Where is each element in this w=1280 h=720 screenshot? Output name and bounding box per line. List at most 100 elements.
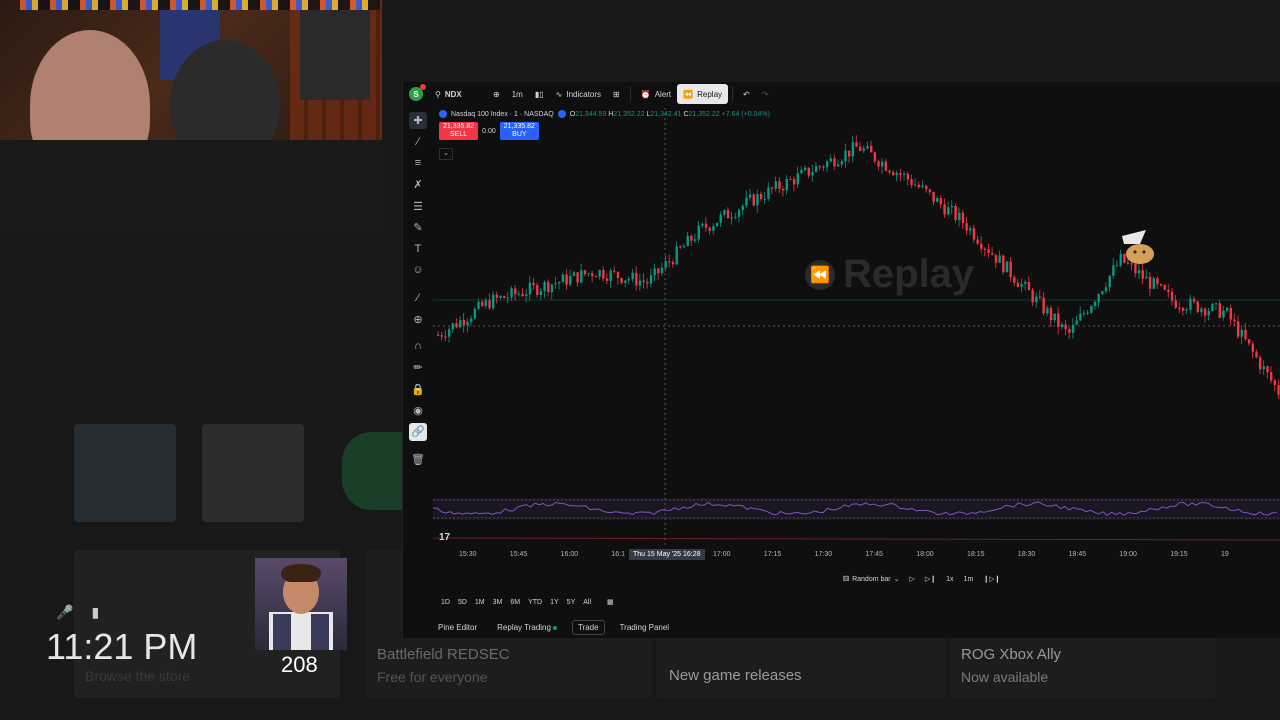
candle-body bbox=[914, 184, 917, 186]
layouts-button[interactable]: ⊞ bbox=[607, 84, 626, 104]
time-tick-label: 18:30 bbox=[1017, 551, 1036, 558]
jump-to-realtime-button[interactable]: ❙▷❙ bbox=[983, 575, 1000, 583]
candle-body bbox=[1071, 324, 1075, 333]
chart-type-button[interactable]: ▮▯ bbox=[529, 84, 550, 104]
update-interval-button[interactable]: 1m bbox=[964, 576, 974, 583]
candle-body bbox=[774, 181, 777, 189]
candle-body bbox=[649, 275, 653, 284]
range-button-5d[interactable]: 5D bbox=[458, 599, 467, 606]
trendline-tool[interactable]: ∕ bbox=[409, 133, 427, 150]
range-button-ytd[interactable]: YTD bbox=[528, 599, 542, 606]
replay-button[interactable]: ⏪ Replay bbox=[677, 84, 729, 104]
candle-body bbox=[697, 225, 700, 240]
indicators-button[interactable]: ∿ Indicators bbox=[550, 84, 607, 104]
alert-label: Alert bbox=[654, 89, 672, 99]
candle-body bbox=[899, 172, 902, 175]
keep-drawing-tool[interactable]: ✏ bbox=[409, 359, 427, 376]
interval-button[interactable]: 1m bbox=[506, 84, 529, 104]
candle-body bbox=[910, 179, 913, 185]
range-button-1d[interactable]: 1D bbox=[441, 599, 450, 606]
tab-trade[interactable]: Trade bbox=[571, 620, 605, 635]
range-button-1y[interactable]: 1Y bbox=[550, 599, 559, 606]
play-icon: ▷ bbox=[909, 576, 915, 583]
chart-pane[interactable]: Nasdaq 100 Index · 1 · NASDAQ O21,344.59… bbox=[433, 108, 1280, 568]
candle-body bbox=[792, 179, 796, 185]
play-button[interactable]: ▷ bbox=[910, 575, 915, 583]
hide-tool[interactable]: ◉ bbox=[409, 402, 427, 419]
calendar-icon[interactable]: ▦ bbox=[607, 598, 614, 606]
random-bar-button[interactable]: ⚅ Random bar ⌄ bbox=[843, 575, 900, 584]
forecast-tool[interactable]: ☰ bbox=[409, 198, 427, 215]
candle-body bbox=[671, 262, 675, 265]
chevron-down-icon: ⌄ bbox=[893, 576, 900, 583]
candle-body bbox=[818, 166, 822, 168]
collapse-legend-button[interactable]: ⌄ bbox=[439, 148, 453, 160]
magnet-icon: ∩ bbox=[414, 340, 422, 353]
chevron-down-icon: ⌄ bbox=[443, 150, 449, 157]
undo-button[interactable]: ↶ bbox=[737, 84, 756, 104]
add-symbol-button[interactable]: ⊕ bbox=[487, 84, 506, 104]
game-tile-flight[interactable] bbox=[74, 424, 176, 522]
step-forward-button[interactable]: ▷❙ bbox=[925, 575, 936, 583]
candle-body bbox=[1079, 313, 1082, 321]
sync-tool[interactable]: 🔗 bbox=[409, 423, 427, 441]
candle-body bbox=[638, 280, 642, 286]
candle-body bbox=[1255, 351, 1258, 358]
redo-button[interactable]: ↷ bbox=[756, 84, 775, 104]
lock-tool[interactable]: 🔒 bbox=[409, 381, 427, 398]
tab-pine-editor[interactable]: Pine Editor bbox=[433, 621, 482, 634]
low-value: 21,342.41 bbox=[650, 110, 682, 118]
range-button-1m[interactable]: 1M bbox=[475, 599, 485, 606]
avatar: S bbox=[409, 84, 426, 101]
measure-tool[interactable]: ∕ bbox=[409, 289, 427, 306]
price-chart[interactable] bbox=[433, 108, 1280, 548]
candle-body bbox=[840, 161, 844, 165]
magnet-tool[interactable]: ∩ bbox=[409, 338, 427, 355]
redo-icon: ↷ bbox=[761, 89, 769, 99]
range-button-all[interactable]: All bbox=[583, 599, 591, 606]
candle-body bbox=[884, 161, 888, 171]
range-button-6m[interactable]: 6M bbox=[510, 599, 520, 606]
game-tile-spotify[interactable] bbox=[342, 432, 402, 510]
candle-body bbox=[657, 268, 660, 274]
candle-body bbox=[1148, 276, 1152, 289]
buy-button[interactable]: 21,335.82 BUY bbox=[499, 122, 539, 140]
text-tool[interactable]: T bbox=[409, 240, 427, 257]
zoom-tool[interactable]: ⊕ bbox=[409, 310, 427, 327]
candle-body bbox=[1075, 320, 1078, 325]
status-dot bbox=[552, 625, 557, 630]
candle-body bbox=[510, 288, 513, 298]
candle-body bbox=[1042, 297, 1045, 314]
user-menu[interactable]: S bbox=[403, 84, 429, 104]
speed-button[interactable]: 1x bbox=[946, 576, 953, 583]
game-tile-cod[interactable] bbox=[202, 424, 304, 522]
fib-tool[interactable]: ≡ bbox=[409, 155, 427, 172]
tab-replay-trading[interactable]: Replay Trading bbox=[492, 621, 562, 634]
chart-legend: Nasdaq 100 Index · 1 · NASDAQ O21,344.59… bbox=[439, 110, 770, 118]
tab-trading-panel[interactable]: Trading Panel bbox=[615, 621, 675, 634]
candle-body bbox=[1207, 310, 1211, 316]
dog-sticker bbox=[1122, 230, 1154, 264]
candle-body bbox=[1273, 380, 1277, 386]
candle-body bbox=[679, 246, 682, 248]
time-tick-label: 18:45 bbox=[1068, 551, 1087, 558]
emoji-tool[interactable]: ☺ bbox=[409, 262, 427, 279]
candle-body bbox=[517, 293, 521, 295]
brush-tool[interactable]: ✎ bbox=[409, 219, 427, 236]
range-button-3m[interactable]: 3M bbox=[493, 599, 503, 606]
candle-body bbox=[1178, 307, 1181, 309]
crosshair-tool[interactable]: ✚ bbox=[409, 112, 427, 130]
symbol-search[interactable]: ⚲ NDX bbox=[429, 84, 487, 104]
candle-body bbox=[1218, 303, 1222, 318]
tradingview-logo: 17 bbox=[439, 532, 451, 543]
delete-tool[interactable]: 🗑 bbox=[409, 451, 427, 468]
candle-body bbox=[932, 191, 935, 202]
alert-button[interactable]: ⏰ Alert bbox=[635, 84, 677, 104]
range-button-5y[interactable]: 5Y bbox=[567, 599, 576, 606]
pattern-tool[interactable]: ✗ bbox=[409, 176, 427, 193]
lock-icon: 🔒 bbox=[411, 383, 425, 396]
sell-button[interactable]: 21,335.82 SELL bbox=[439, 122, 479, 140]
candle-body bbox=[958, 212, 961, 221]
candle-body bbox=[730, 217, 733, 219]
mic-muted-icon: 🎤 bbox=[56, 604, 74, 620]
